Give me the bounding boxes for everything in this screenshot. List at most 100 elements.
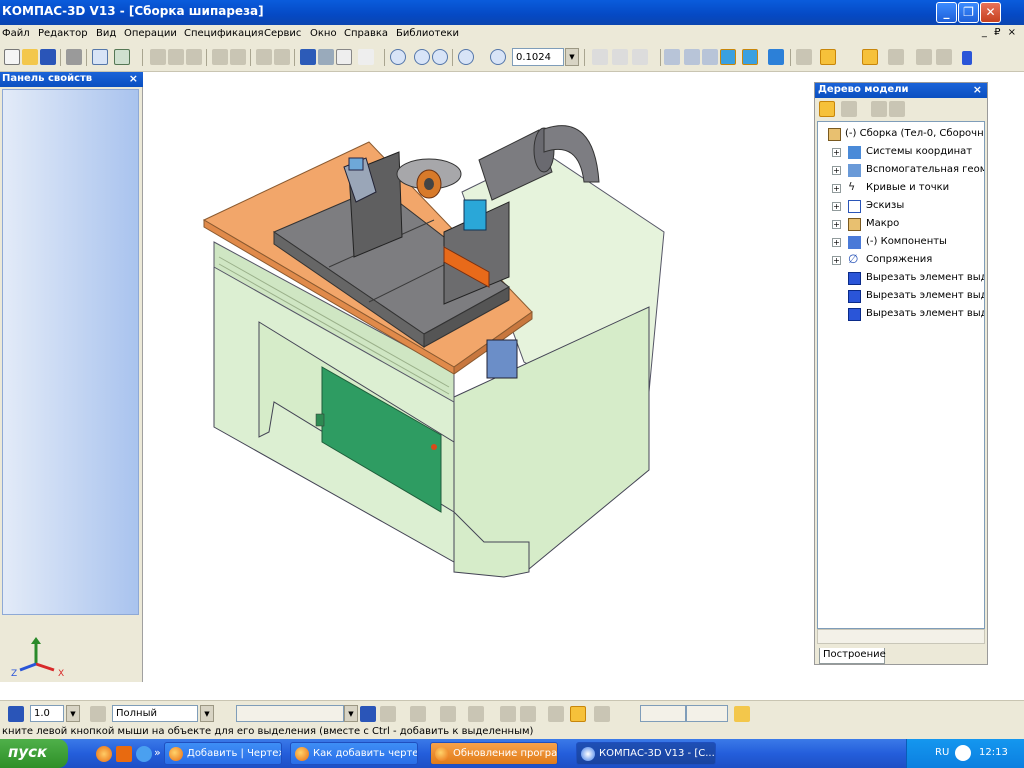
- tree-view-icon[interactable]: [819, 101, 835, 117]
- open-folder-icon[interactable]: [22, 49, 38, 65]
- expand-icon[interactable]: +: [832, 148, 841, 157]
- tree-export-icon[interactable]: [889, 101, 905, 117]
- orientation-icon[interactable]: [632, 49, 648, 65]
- table-icon[interactable]: [230, 49, 246, 65]
- paste-icon[interactable]: [186, 49, 202, 65]
- tab-construction[interactable]: Построение: [819, 648, 886, 664]
- expand-icon[interactable]: +: [832, 238, 841, 247]
- hidden-lines-icon[interactable]: [684, 49, 700, 65]
- shaded-edges-icon[interactable]: [742, 49, 758, 65]
- zoom-all-icon[interactable]: [458, 49, 474, 65]
- tree-item-auxiliary-geometry[interactable]: + Вспомогательная геометр: [818, 162, 984, 179]
- menu-edit[interactable]: Редактор: [38, 28, 88, 39]
- shaded-icon[interactable]: [720, 49, 736, 65]
- angle-icon[interactable]: [500, 706, 516, 722]
- zoom-scale-input[interactable]: [512, 48, 564, 66]
- tree-item-coordinate-systems[interactable]: + Системы координат: [818, 144, 984, 161]
- pan-icon[interactable]: [592, 49, 608, 65]
- print-icon[interactable]: [66, 49, 82, 65]
- menu-file[interactable]: Файл: [2, 28, 30, 39]
- zoom-dropdown[interactable]: ▼: [565, 48, 579, 66]
- ortho-icon[interactable]: [410, 706, 426, 722]
- browser-quicklaunch-icon[interactable]: [136, 746, 152, 762]
- open-folder-icon[interactable]: [734, 706, 750, 722]
- quicklaunch-chevron[interactable]: »: [154, 746, 161, 759]
- library-manager-icon[interactable]: [300, 49, 316, 65]
- tree-item-mates[interactable]: + ∅ Сопряжения: [818, 252, 984, 269]
- tree-copy-icon[interactable]: [871, 101, 887, 117]
- properties-panel-close-icon[interactable]: ×: [129, 72, 138, 85]
- perspective-icon[interactable]: [768, 49, 784, 65]
- task-button-kompas[interactable]: КОМПАС-3D V13 - [С...: [576, 742, 716, 765]
- grid-icon[interactable]: [440, 706, 456, 722]
- display-mode-input[interactable]: [112, 705, 198, 722]
- minimize-button[interactable]: _: [936, 2, 957, 23]
- undo-icon[interactable]: [256, 49, 272, 65]
- tree-item-components[interactable]: + (-) Компоненты: [818, 234, 984, 251]
- step-dropdown[interactable]: ▼: [66, 705, 80, 722]
- variables-icon[interactable]: [318, 49, 334, 65]
- redo-icon[interactable]: [274, 49, 290, 65]
- filter-icon[interactable]: [796, 49, 812, 65]
- model-tree-close-icon[interactable]: ×: [973, 83, 982, 96]
- snap-mode-icon[interactable]: [570, 706, 586, 722]
- toolbar-options-icon[interactable]: [962, 51, 972, 65]
- tree-item-extrude-cut-1[interactable]: Вырезать элемент выдав: [818, 270, 984, 287]
- tree-structure-icon[interactable]: [841, 101, 857, 117]
- language-indicator[interactable]: RU: [935, 747, 949, 758]
- tree-item-curves-points[interactable]: + ϟ Кривые и точки: [818, 180, 984, 197]
- task-button-1[interactable]: Добавить | Чертеж...: [164, 742, 282, 765]
- measure-icon[interactable]: [888, 49, 904, 65]
- distance-icon[interactable]: [520, 706, 536, 722]
- cut-icon[interactable]: [150, 49, 166, 65]
- task-button-2[interactable]: Как добавить черте...: [290, 742, 418, 765]
- select-icon[interactable]: [862, 49, 878, 65]
- format-brush-icon[interactable]: [212, 49, 228, 65]
- expand-icon[interactable]: +: [832, 184, 841, 193]
- network-tray-icon[interactable]: [955, 745, 971, 761]
- preview-icon[interactable]: [92, 49, 108, 65]
- properties-icon[interactable]: [114, 49, 130, 65]
- tree-item-extrude-cut-3[interactable]: Вырезать элемент выдав: [818, 306, 984, 323]
- firefox-quicklaunch-icon[interactable]: [96, 746, 112, 762]
- zoom-scale-icon[interactable]: [490, 49, 506, 65]
- task-button-3[interactable]: Обновление програ...: [430, 742, 558, 765]
- menu-libraries[interactable]: Библиотеки: [396, 28, 459, 39]
- rotate-icon[interactable]: [612, 49, 628, 65]
- quicklaunch-icon[interactable]: [116, 746, 132, 762]
- zoom-window-icon[interactable]: [390, 49, 406, 65]
- help-pointer-icon[interactable]: [358, 49, 374, 65]
- coordinates-icon[interactable]: [594, 706, 610, 722]
- expand-icon[interactable]: +: [832, 256, 841, 265]
- tree-item-sketches[interactable]: + Эскизы: [818, 198, 984, 215]
- document-window-controls[interactable]: _ ₽ ×: [982, 27, 1018, 38]
- manager-icon[interactable]: [916, 49, 932, 65]
- close-button[interactable]: ✕: [980, 2, 1001, 23]
- thin-hidden-lines-icon[interactable]: [702, 49, 718, 65]
- copy-icon[interactable]: [168, 49, 184, 65]
- zoom-in-icon[interactable]: [414, 49, 430, 65]
- expand-icon[interactable]: +: [832, 202, 841, 211]
- step-input[interactable]: [30, 705, 64, 722]
- corner-icon[interactable]: [548, 706, 564, 722]
- layer-icon[interactable]: [90, 706, 106, 722]
- maximize-button[interactable]: ❐: [958, 2, 979, 23]
- snap-icon[interactable]: [360, 706, 376, 722]
- menu-view[interactable]: Вид: [96, 28, 116, 39]
- round-icon[interactable]: [468, 706, 484, 722]
- menu-help[interactable]: Справка: [344, 28, 388, 39]
- tree-item-extrude-cut-2[interactable]: Вырезать элемент выдав: [818, 288, 984, 305]
- function-icon[interactable]: [336, 49, 352, 65]
- tree-item-assembly[interactable]: (-) Сборка (Тел-0, Сборочных: [818, 126, 984, 143]
- menu-specification[interactable]: Спецификация: [184, 28, 264, 39]
- wireframe-icon[interactable]: [664, 49, 680, 65]
- menu-operations[interactable]: Операции: [124, 28, 177, 39]
- local-cs-icon[interactable]: [380, 706, 396, 722]
- save-icon[interactable]: [40, 49, 56, 65]
- display-mode-dropdown[interactable]: ▼: [200, 705, 214, 722]
- tree-item-macro[interactable]: + Макро: [818, 216, 984, 233]
- grid-step-icon[interactable]: [8, 706, 24, 722]
- report-icon[interactable]: [936, 49, 952, 65]
- zoom-out-icon[interactable]: [432, 49, 448, 65]
- selection-mode-icon[interactable]: [820, 49, 836, 65]
